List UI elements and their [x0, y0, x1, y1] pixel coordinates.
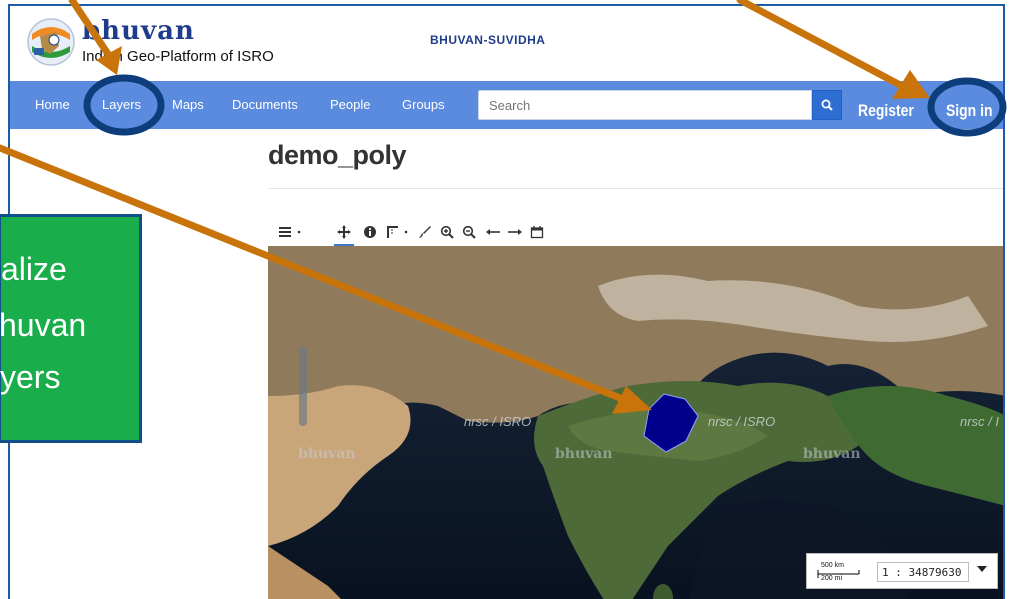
zoom-slider[interactable]	[299, 346, 307, 426]
title-divider	[268, 188, 1003, 189]
info-icon[interactable]	[361, 222, 379, 242]
menu-icon[interactable]	[278, 222, 306, 242]
brand-name[interactable]: bhuvan	[82, 16, 195, 46]
nav-item-people[interactable]: People	[330, 97, 370, 112]
register-link[interactable]: Register	[858, 101, 914, 121]
callout-line-1: alize	[1, 251, 67, 287]
map-view[interactable]: nrsc / ISRO nrsc / ISRO nrsc / I bhuvan …	[268, 246, 1005, 599]
watermark-nrsc: nrsc / ISRO	[708, 414, 775, 429]
zoom-out-icon[interactable]	[460, 222, 478, 242]
watermark-bhuvan: bhuvan	[803, 446, 861, 462]
measure-icon[interactable]	[385, 222, 413, 242]
search-icon	[821, 99, 833, 111]
print-icon[interactable]	[528, 222, 546, 242]
watermark-bhuvan: bhuvan	[298, 446, 356, 462]
scale-ratio-select[interactable]: 1 : 34879630	[877, 562, 969, 582]
back-icon[interactable]	[484, 222, 502, 242]
nav-item-groups[interactable]: Groups	[402, 97, 445, 112]
nav-item-layers[interactable]: Layers	[102, 97, 141, 112]
sign-in-link[interactable]: Sign in	[946, 101, 992, 121]
zoom-in-icon[interactable]	[438, 222, 456, 242]
watermark-nrsc: nrsc / I	[960, 414, 999, 429]
brand-tagline: Indian Geo-Platform of ISRO	[82, 48, 274, 65]
bhuvan-logo-icon	[27, 18, 75, 66]
search-button[interactable]	[812, 90, 842, 120]
scale-mi-label: 200 mi	[821, 575, 843, 582]
pan-icon[interactable]	[334, 222, 354, 242]
browser-frame: bhuvan Indian Geo-Platform of ISRO BHUVA…	[8, 4, 1005, 599]
draw-icon[interactable]	[416, 222, 434, 242]
nav-item-documents[interactable]: Documents	[232, 97, 298, 112]
watermark-bhuvan: bhuvan	[555, 446, 613, 462]
nav-item-maps[interactable]: Maps	[172, 97, 204, 112]
nav-item-home[interactable]: Home	[35, 97, 70, 112]
scale-widget: 500 km 200 mi 1 : 34879630	[806, 553, 998, 589]
watermark-nrsc: nrsc / ISRO	[464, 414, 531, 429]
callout-line-3: yers	[0, 359, 61, 395]
search-input[interactable]	[478, 90, 812, 120]
page-title: demo_poly	[268, 140, 407, 170]
site-header: bhuvan Indian Geo-Platform of ISRO BHUVA…	[10, 6, 1003, 78]
annotation-callout: alize huvan yers	[0, 214, 142, 443]
chevron-down-icon[interactable]	[977, 566, 987, 572]
forward-icon[interactable]	[506, 222, 524, 242]
header-center-title: BHUVAN-SUVIDHA	[430, 33, 546, 47]
callout-line-2: huvan	[0, 307, 87, 343]
satellite-map[interactable]: nrsc / ISRO nrsc / ISRO nrsc / I bhuvan …	[268, 246, 1005, 599]
scale-km-label: 500 km	[821, 562, 844, 569]
